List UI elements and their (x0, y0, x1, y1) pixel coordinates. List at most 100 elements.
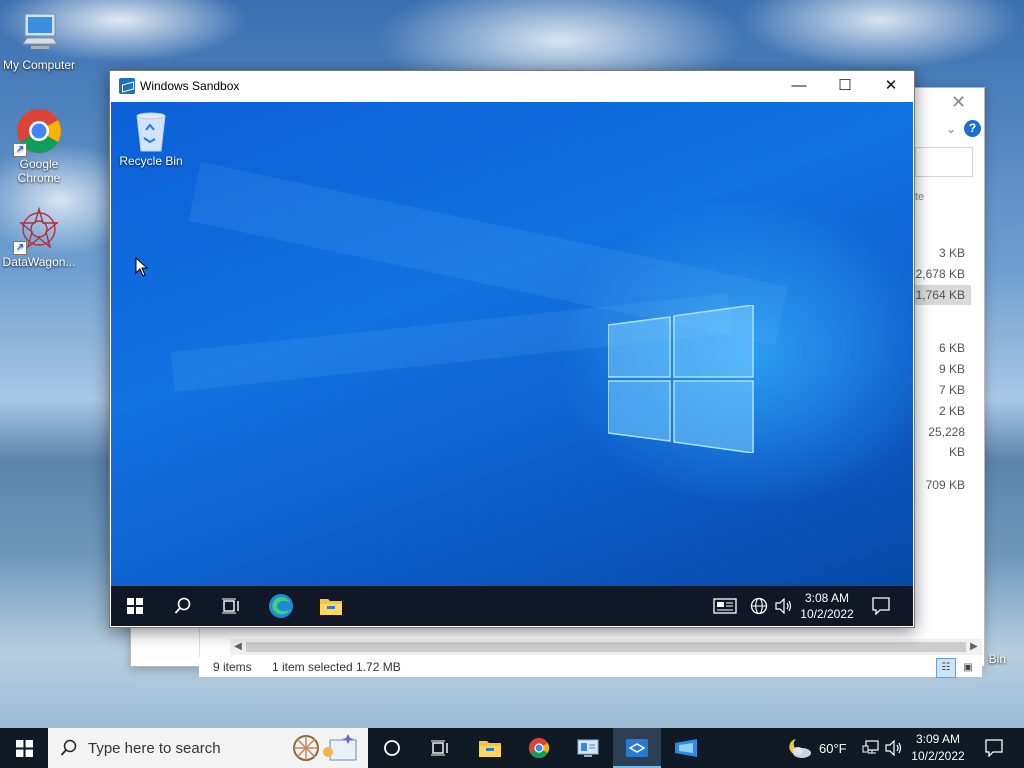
cortana-icon (384, 740, 400, 756)
action-center-button[interactable] (857, 586, 905, 626)
help-icon[interactable]: ? (964, 120, 981, 137)
network-tray-button[interactable] (858, 728, 884, 768)
explorer-close-button[interactable]: ✕ (951, 92, 966, 113)
task-view-button[interactable] (207, 586, 255, 626)
column-header-fragment[interactable]: te (915, 191, 924, 203)
start-button[interactable] (111, 586, 159, 626)
details-view-icon[interactable]: ☷ (936, 658, 956, 678)
folder-icon (479, 741, 501, 757)
task-view-icon (431, 740, 448, 756)
search-icon (174, 597, 191, 614)
clock-date: 10/2/2022 (800, 607, 854, 621)
file-size[interactable]: 3 KB (915, 243, 971, 263)
desktop-icon-label: My Computer (2, 58, 76, 72)
computer-settings-icon (577, 739, 599, 757)
file-size[interactable]: 7 KB (915, 380, 971, 400)
sandbox-app-icon (119, 78, 135, 94)
sandbox-clock[interactable]: 3:08 AM 10/2/2022 (799, 590, 855, 622)
notification-icon (872, 597, 890, 615)
file-size[interactable]: 6 KB (915, 338, 971, 358)
clock-time: 3:09 AM (915, 732, 961, 746)
control-panel-taskbar-button[interactable] (564, 728, 612, 768)
news-icon (713, 598, 737, 614)
scroll-left-icon[interactable]: ◀ (230, 639, 246, 655)
horizontal-scrollbar[interactable]: ◀ ▶ (230, 639, 982, 655)
file-size[interactable]: 2,678 KB (915, 264, 971, 284)
volume-tray-button[interactable] (771, 586, 797, 626)
chrome-icon (528, 737, 550, 759)
chrome-taskbar-button[interactable] (515, 728, 563, 768)
weather-button[interactable] (786, 728, 814, 768)
cortana-button[interactable] (368, 728, 416, 768)
explorer-status-bar: 9 items 1 item selected 1.72 MB ☷ ▣ (199, 657, 982, 678)
network-tray-button[interactable] (745, 586, 773, 626)
notification-icon (985, 739, 1003, 757)
chrome-icon: ↗ (13, 107, 63, 157)
scrollbar-thumb[interactable] (246, 642, 966, 652)
datawagon-icon: ↗ (13, 205, 63, 255)
mouse-cursor-icon (135, 257, 149, 277)
windows-start-icon (127, 598, 143, 614)
sandbox-taskbar: 3:08 AM 10/2/2022 (111, 586, 913, 626)
file-explorer-taskbar-button[interactable] (307, 586, 355, 626)
search-placeholder: Type here to search (88, 740, 221, 757)
folder-icon (320, 599, 342, 615)
computer-icon (15, 8, 63, 56)
close-button[interactable]: ✕ (868, 71, 914, 101)
minimize-button[interactable]: — (776, 71, 822, 101)
partly-cloudy-night-icon (789, 739, 811, 758)
file-explorer-taskbar-button[interactable] (466, 728, 514, 768)
speaker-icon (885, 740, 902, 756)
taskbar-clock[interactable]: 3:09 AM 10/2/2022 (908, 731, 968, 765)
desktop-icon-label: Google Chrome (17, 157, 61, 185)
globe-icon (750, 597, 768, 615)
item-count: 9 items (213, 660, 252, 674)
recycle-bin-label: Recycle Bin (119, 154, 183, 168)
desktop-icon-datawagon[interactable]: ↗ DataWagon... (0, 205, 78, 269)
sandbox-desktop[interactable]: Recycle Bin (111, 102, 913, 586)
windows-start-icon (15, 739, 33, 757)
search-highlight-illustration-icon (293, 734, 357, 761)
desktop-icon-my-computer[interactable]: My Computer (0, 8, 78, 72)
sandbox-icon (626, 739, 648, 757)
clock-date: 10/2/2022 (911, 749, 965, 763)
windows-sandbox-taskbar-button[interactable] (613, 728, 661, 768)
network-icon (862, 740, 879, 754)
recycle-bin-icon (134, 112, 168, 152)
desktop-icon-label: DataWagon... (2, 255, 76, 269)
edge-icon (269, 594, 293, 618)
search-button[interactable] (159, 586, 207, 626)
window-title: Windows Sandbox (140, 79, 240, 93)
explorer-search-input[interactable] (915, 147, 973, 177)
file-size-selected[interactable]: 1,764 KB (915, 285, 971, 305)
maximize-button[interactable]: ☐ (822, 71, 868, 101)
windows-sandbox-window[interactable]: Windows Sandbox — ☐ ✕ Recycle Bin 3:08 A… (109, 70, 915, 628)
shortcut-arrow-icon: ↗ (13, 241, 27, 255)
sandbox-recycle-bin[interactable]: Recycle Bin (115, 112, 187, 168)
chevron-down-icon[interactable]: ⌄ (946, 122, 956, 136)
file-size[interactable]: 9 KB (915, 359, 971, 379)
weather-temperature[interactable]: 60°F (819, 741, 847, 756)
task-view-icon (222, 598, 239, 614)
desktop-icon-google-chrome[interactable]: ↗ Google Chrome (0, 107, 78, 185)
volume-tray-button[interactable] (882, 728, 906, 768)
taskbar: Type here to search 60°F 3:09 AM 10/2/20… (0, 728, 1024, 768)
windows-remote-icon (675, 739, 697, 757)
start-button[interactable] (0, 728, 48, 768)
clock-time: 3:08 AM (804, 591, 850, 605)
edge-taskbar-button[interactable] (257, 586, 305, 626)
desktop-recycle-bin-partial[interactable]: Bin (968, 606, 1024, 666)
speaker-icon (775, 598, 792, 614)
action-center-button[interactable] (970, 728, 1018, 768)
search-icon (60, 739, 77, 756)
file-size[interactable]: 709 KB (915, 475, 971, 495)
task-view-button[interactable] (416, 728, 464, 768)
news-interests-button[interactable] (701, 586, 749, 626)
file-size[interactable]: 25,228 KB (915, 422, 971, 459)
desktop-icon-label: Bin (988, 652, 1006, 666)
remote-desktop-taskbar-button[interactable] (662, 728, 710, 768)
sandbox-title-bar[interactable]: Windows Sandbox — ☐ ✕ (110, 71, 914, 101)
file-size[interactable]: 2 KB (915, 401, 971, 421)
shortcut-arrow-icon: ↗ (13, 143, 27, 157)
taskbar-search-input[interactable]: Type here to search (48, 728, 368, 768)
